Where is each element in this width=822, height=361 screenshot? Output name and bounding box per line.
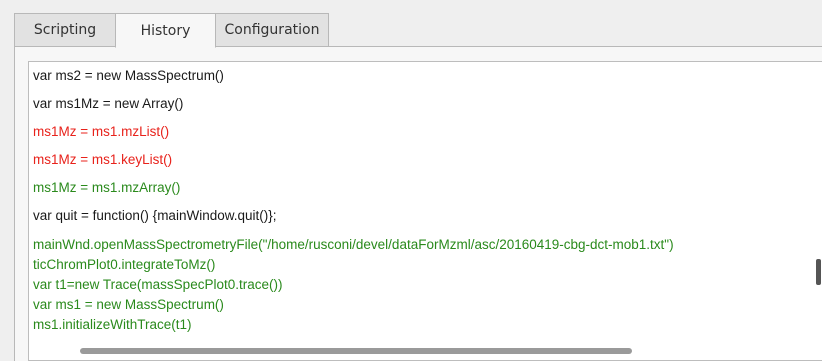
vertical-scrollbar-thumb[interactable] [816,259,821,285]
horizontal-scrollbar-thumb[interactable] [80,348,632,354]
history-line[interactable]: var ms1 = new MassSpectrum() [33,297,224,313]
tab-bar: Scripting History Configuration [14,13,329,48]
history-line[interactable]: var quit = function() {mainWindow.quit()… [33,208,277,224]
history-line[interactable]: var ms2 = new MassSpectrum() [33,68,224,84]
history-line[interactable]: var ms1Mz = new Array() [33,96,183,112]
history-line[interactable]: ms1Mz = ms1.mzArray() [33,180,180,196]
history-line[interactable]: mainWnd.openMassSpectrometryFile("/home/… [33,237,674,253]
tab-configuration[interactable]: Configuration [215,13,329,47]
history-line[interactable]: ms1.initializeWithTrace(t1) [33,317,192,333]
history-line[interactable]: ms1Mz = ms1.mzList() [33,124,169,140]
history-line[interactable]: var t1=new Trace(massSpecPlot0.trace()) [33,277,282,293]
history-line[interactable]: ticChromPlot0.integrateToMz() [33,257,215,273]
history-line[interactable]: ms1Mz = ms1.keyList() [33,152,172,168]
tab-history[interactable]: History [115,13,216,48]
history-panel: var ms2 = new MassSpectrum() var ms1Mz =… [14,46,822,361]
history-text-view[interactable]: var ms2 = new MassSpectrum() var ms1Mz =… [28,61,822,361]
tab-scripting[interactable]: Scripting [14,13,116,47]
